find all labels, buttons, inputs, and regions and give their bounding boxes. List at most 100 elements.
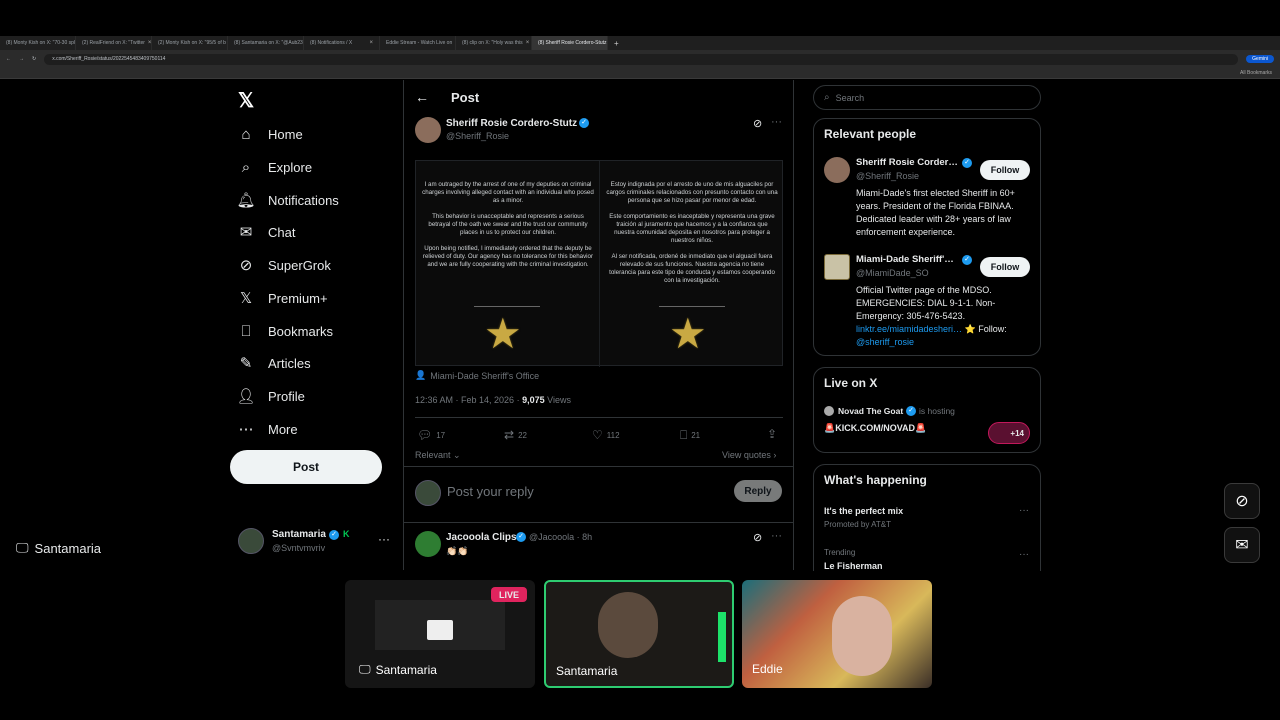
hosting-label: is hosting: [919, 406, 955, 416]
view-quotes-link[interactable]: View quotes ›: [722, 450, 776, 460]
like-action[interactable]: ♡ 112: [592, 428, 620, 442]
nav-item-home[interactable]: ⌂ Home: [238, 121, 302, 147]
forward-nav-icon[interactable]: →: [19, 56, 24, 62]
browser-tab[interactable]: (8) Monty Kish on X: "70-30 spl×: [0, 36, 76, 50]
live-stream-title[interactable]: 🚨KICK.COM/NOVAD🚨: [824, 423, 926, 434]
browser-tab[interactable]: (8) Sheriff Rosie Cordero-Stutz×: [532, 36, 608, 50]
account-switcher[interactable]: Santamaria ✓ K @Svntvmvriv ···: [238, 528, 398, 556]
reply-button[interactable]: Reply: [734, 480, 782, 502]
nav-item-explore[interactable]: ⌕ Explore: [238, 154, 312, 180]
reply-avatar[interactable]: [415, 531, 441, 557]
post-button[interactable]: Post: [230, 450, 382, 484]
heart-icon: ♡: [592, 428, 603, 442]
browser-tab[interactable]: (8) Santamaria on X: "@Aub23×: [228, 36, 304, 50]
search-input[interactable]: ⌕ Search: [813, 85, 1041, 110]
more-dots-icon[interactable]: ···: [771, 530, 782, 542]
tab-label: Eddie Stream - Watch Live on: [386, 40, 453, 46]
back-arrow-icon[interactable]: ←: [415, 89, 429, 105]
mdso-seal-icon[interactable]: [824, 254, 850, 280]
author-name[interactable]: Sheriff Rosie Cordero-Stutz: [446, 118, 577, 129]
new-tab-icon[interactable]: +: [608, 39, 625, 48]
tile-name: Santamaria: [375, 662, 437, 677]
more-dots-icon[interactable]: ···: [771, 116, 782, 128]
grok-icon: ⊘: [239, 257, 253, 274]
trend-title[interactable]: Le Fisherman: [824, 561, 883, 571]
person-name[interactable]: Miami-Dade Sheriff'…: [856, 254, 954, 265]
more-dots-icon[interactable]: ···: [1019, 505, 1029, 516]
follow-button[interactable]: Follow: [980, 257, 1030, 277]
nav-item-premium[interactable]: 𝕏 Premium+: [238, 285, 328, 311]
reply-icon: 💬︎: [417, 428, 433, 442]
post-image[interactable]: I am outraged by the arrest of one of my…: [415, 160, 783, 367]
bookmark-icon: ⎕: [680, 428, 688, 442]
follow-button[interactable]: Follow: [980, 160, 1030, 180]
x-logo-icon[interactable]: 𝕏: [238, 88, 254, 113]
video-tile-eddie[interactable]: Eddie: [742, 580, 932, 688]
verified-icon: ✓: [579, 118, 589, 128]
video-tile-camera[interactable]: Santamaria: [544, 580, 734, 688]
author-handle[interactable]: @Sheriff_Rosie: [446, 131, 509, 141]
more-dots-icon[interactable]: ···: [378, 532, 390, 546]
nav-item-label: SuperGrok: [268, 257, 331, 273]
nav-item-more[interactable]: ⋯ More: [238, 416, 298, 442]
browser-tab[interactable]: (2) RealFriend on X: "Twitter ×: [76, 36, 152, 50]
trend-title[interactable]: It's the perfect mix: [824, 506, 903, 516]
bio-mention[interactable]: @sheriff_rosie: [856, 337, 914, 347]
search-icon: ⌕: [241, 158, 251, 176]
person-name[interactable]: Sheriff Rosie Corder…: [856, 157, 958, 168]
bookmark-action[interactable]: ⎕ 21: [680, 428, 700, 443]
person-handle[interactable]: @MiamiDade_SO: [856, 268, 929, 278]
bio-link[interactable]: linktr.ee/miamidadesheri…: [856, 324, 962, 334]
more-dots-icon[interactable]: ···: [1019, 549, 1029, 560]
nav-item-profile[interactable]: 👤︎ Profile: [236, 383, 304, 409]
grok-icon[interactable]: ⊘: [753, 117, 762, 130]
nav-item-chat[interactable]: ✉ Chat: [238, 219, 296, 245]
verified-icon: ✓: [906, 406, 916, 416]
close-tab-icon[interactable]: ×: [369, 40, 373, 46]
statement-english: I am outraged by the arrest of one of my…: [422, 181, 594, 268]
browser-tab[interactable]: (8) Notifications / X ×: [304, 36, 380, 50]
trend-label: Trending: [824, 548, 856, 557]
grok-float-button[interactable]: ⊘: [1224, 483, 1260, 519]
browser-tab[interactable]: (8) clip on X: "Holy was this ×: [456, 36, 532, 50]
card-title: Relevant people: [824, 127, 917, 141]
nav-item-bookmarks[interactable]: ⎕ Bookmarks: [238, 318, 333, 344]
browser-tab[interactable]: (2) Monty Kish on X: "95/5 of b×: [152, 36, 228, 50]
url-field[interactable]: x.com/Sheriff_Rosie/status/2022545483409…: [44, 53, 1239, 65]
live-badge: LIVE: [491, 587, 527, 602]
participant-video: [598, 592, 658, 658]
close-tab-icon[interactable]: ×: [148, 40, 151, 46]
person-handle[interactable]: @Sheriff_Rosie: [856, 171, 919, 181]
nav-item-label: More: [268, 421, 298, 437]
gemini-button[interactable]: Gemini: [1246, 55, 1274, 63]
live-participants[interactable]: +14: [988, 422, 1030, 444]
relevant-people-card: Relevant people Sheriff Rosie Corder… ✓ …: [813, 118, 1041, 356]
browser-tab[interactable]: Eddie Stream - Watch Live on×: [380, 36, 456, 50]
video-tile-screen[interactable]: LIVE 🖵 Santamaria: [345, 580, 535, 688]
author-avatar[interactable]: [415, 117, 441, 143]
reply-action[interactable]: 💬︎ 17: [417, 428, 445, 442]
sort-dropdown[interactable]: Relevant ⌄: [415, 450, 461, 461]
column-divider-right: [793, 80, 794, 570]
repost-action[interactable]: ⇄ 22: [504, 428, 527, 442]
column-divider-left: [403, 80, 404, 570]
tagged-user[interactable]: 👤 Miami-Dade Sheriff's Office: [415, 370, 539, 381]
reply-author-handle[interactable]: @Jacooola · 8h: [529, 532, 592, 542]
reply-input[interactable]: Post your reply: [447, 484, 534, 499]
all-bookmarks[interactable]: All Bookmarks: [1240, 70, 1272, 76]
live-host-name[interactable]: Novad The Goat: [838, 406, 903, 416]
person-avatar[interactable]: [824, 157, 850, 183]
nav-item-notifications[interactable]: 🔔︎ Notifications: [236, 187, 338, 213]
reply-author-name[interactable]: Jacooola Clips: [446, 532, 517, 543]
more-circle-icon: ⋯: [238, 421, 254, 438]
messages-float-button[interactable]: ✉: [1224, 527, 1260, 563]
grok-icon[interactable]: ⊘: [753, 531, 762, 544]
back-nav-icon[interactable]: ←: [6, 56, 11, 62]
share-action[interactable]: ⇪: [767, 427, 777, 441]
tile-label: Eddie: [752, 662, 783, 676]
close-tab-icon[interactable]: ×: [526, 40, 530, 46]
nav-item-supergrok[interactable]: ⊘ SuperGrok: [238, 252, 331, 278]
nav-item-articles[interactable]: ✎ Articles: [238, 350, 311, 376]
reply-count: 17: [436, 430, 446, 440]
reload-icon[interactable]: ↻: [32, 56, 36, 62]
